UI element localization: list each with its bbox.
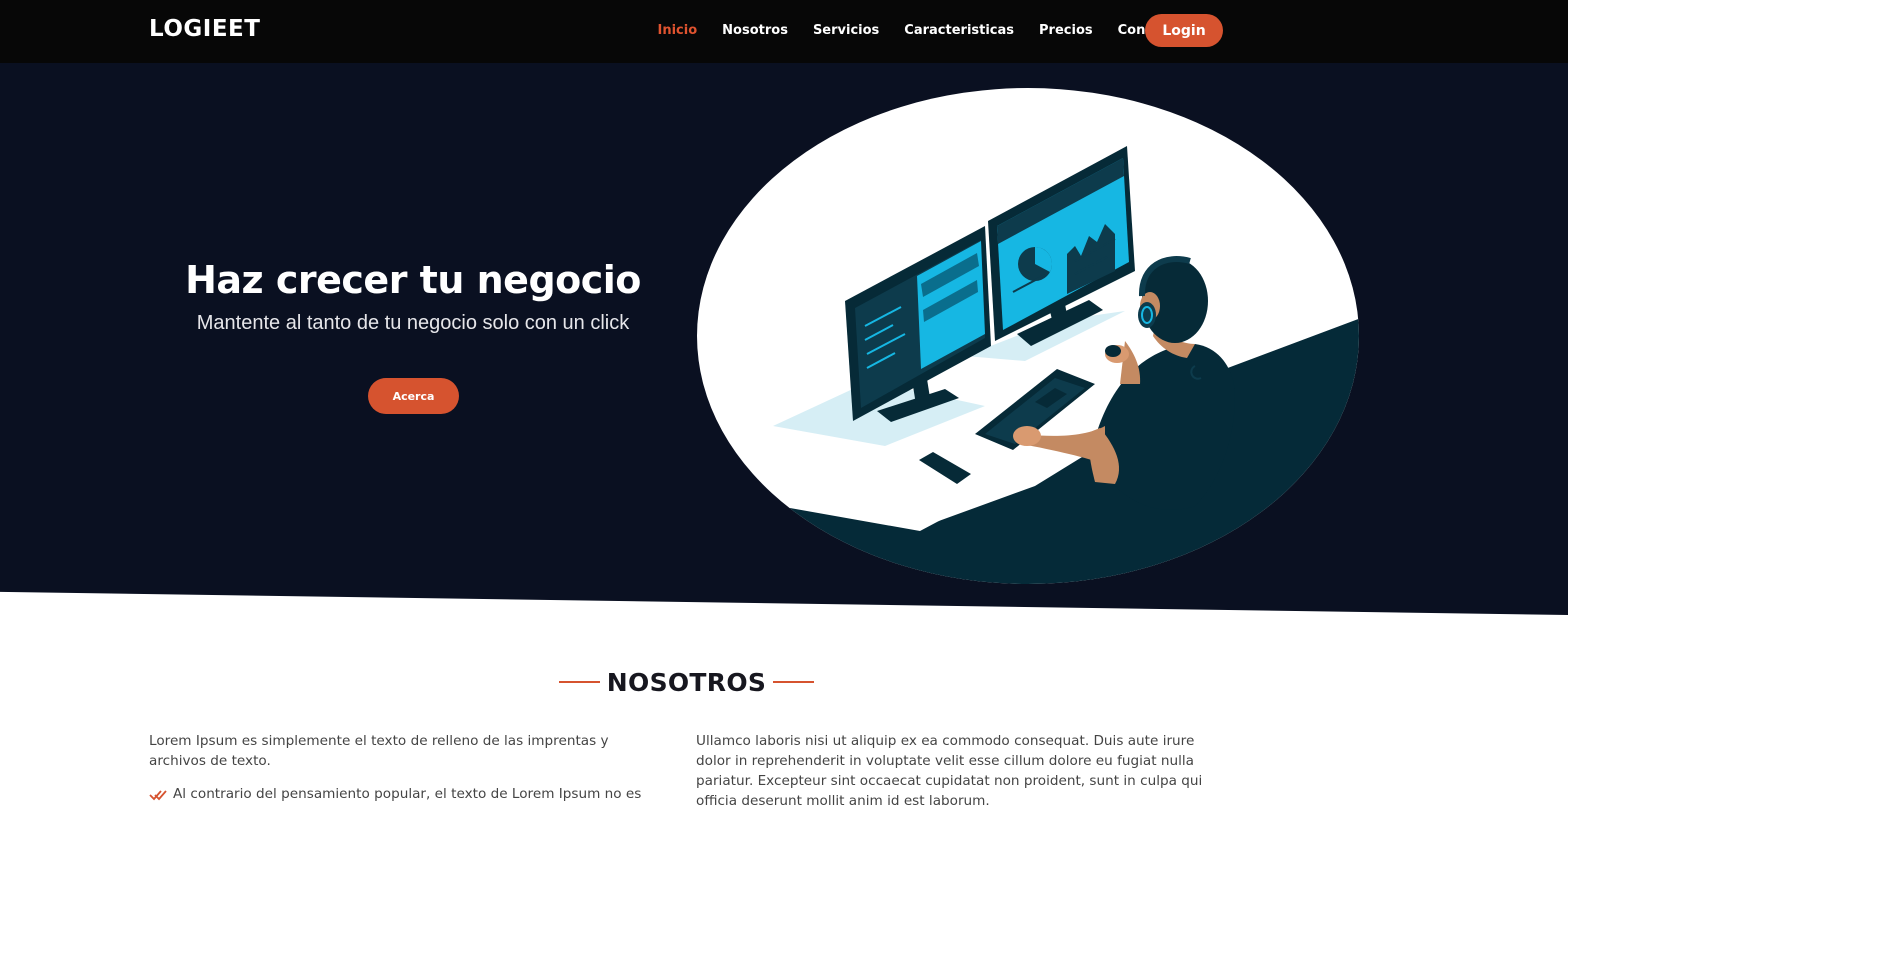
nav-item-servicios[interactable]: Servicios [800, 23, 891, 38]
double-check-icon [149, 790, 167, 801]
main-nav: Inicio Nosotros Servicios Caracteristica… [645, 14, 1196, 47]
about-left-paragraph: Lorem Ipsum es simplemente el texto de r… [149, 733, 609, 769]
nav-item-inicio[interactable]: Inicio [645, 23, 710, 38]
site-header: LOGIEET Inicio Nosotros Servicios Caract… [0, 0, 1568, 63]
title-decoration-line [559, 681, 600, 683]
list-item: Al contrario del pensamiento popular, el… [149, 784, 649, 804]
person-at-computer-illustration [697, 88, 1359, 584]
about-right-paragraph: Ullamco laboris nisi ut aliquip ex ea co… [696, 733, 1203, 809]
nav-item-precios[interactable]: Precios [1027, 23, 1106, 38]
title-decoration-line [773, 681, 814, 683]
nav-item-nosotros[interactable]: Nosotros [710, 23, 801, 38]
section-title-nosotros: NOSOTROS [559, 664, 814, 700]
nav-item-caracteristicas[interactable]: Caracteristicas [892, 23, 1027, 38]
site-logo[interactable]: LOGIEET [149, 16, 260, 42]
acerca-button[interactable]: Acerca [368, 378, 459, 414]
about-left-column: Lorem Ipsum es simplemente el texto de r… [149, 731, 649, 804]
list-item-text: Al contrario del pensamiento popular, el… [173, 786, 642, 802]
login-button[interactable]: Login [1145, 14, 1223, 47]
section-title-text: NOSOTROS [606, 667, 767, 697]
about-right-column: Ullamco laboris nisi ut aliquip ex ea co… [696, 731, 1224, 811]
